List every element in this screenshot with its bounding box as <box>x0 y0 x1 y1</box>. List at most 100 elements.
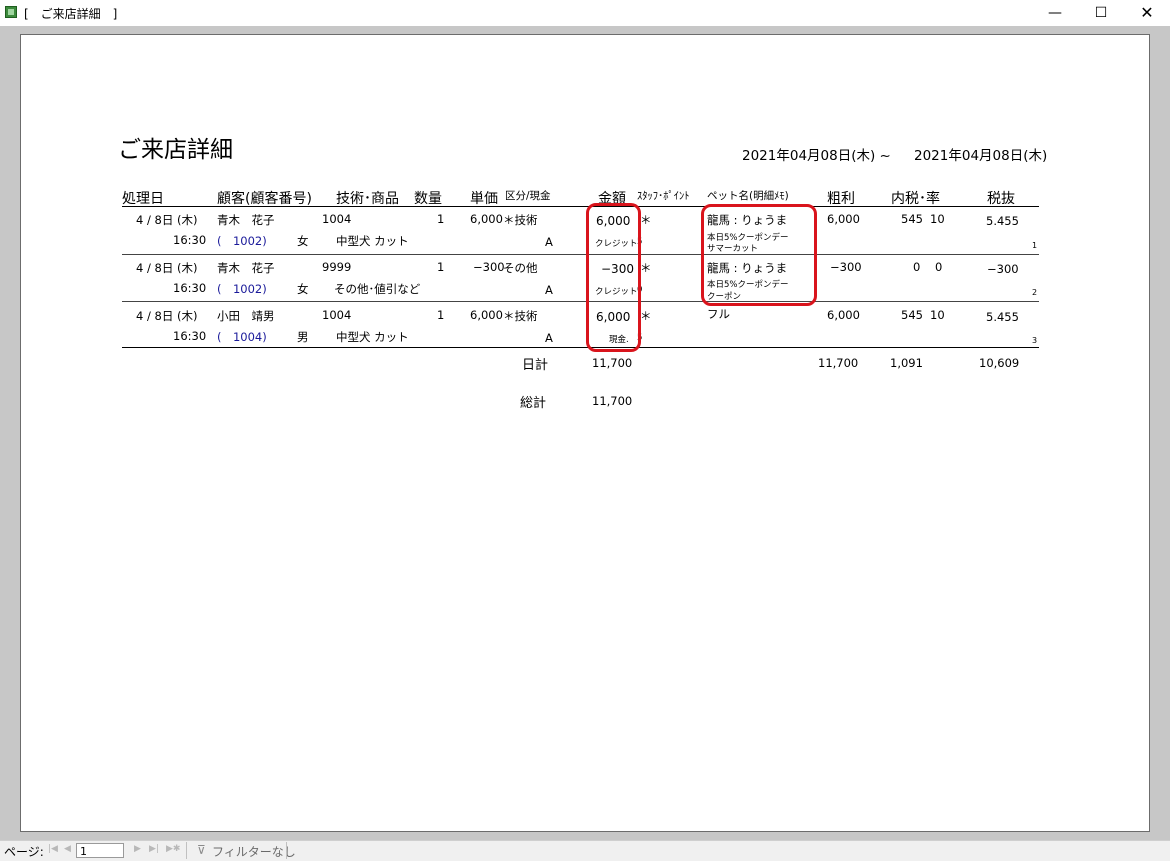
daily-total-label: 日計 <box>522 358 549 373</box>
page-number-input[interactable]: 1 <box>76 843 124 858</box>
maximize-button[interactable]: ☐ <box>1078 0 1124 26</box>
daily-total-tax: 1,091 <box>890 356 923 370</box>
header-profit: 粗利 <box>827 191 855 207</box>
item-code: 1004 <box>322 212 352 226</box>
category: その他 <box>503 261 538 275</box>
maximize-icon: ☐ <box>1094 5 1108 21</box>
row-time: 16:30 <box>173 233 207 247</box>
item-name: 中型犬 カット <box>336 234 409 248</box>
title-bar: [ ご来店詳細 ] — ☐ ✕ <box>0 0 1170 26</box>
quantity: 1 <box>437 308 445 322</box>
quantity: 1 <box>437 212 445 226</box>
filter-status-button[interactable]: フィルターなし <box>212 843 296 860</box>
daily-total-amount: 11,700 <box>592 356 633 370</box>
tax: 0 <box>913 260 921 274</box>
next-page-button[interactable]: ▶ <box>134 844 141 854</box>
staff-mark: ＊ <box>640 261 652 275</box>
row-date: 4 / 8日 (木) <box>136 309 198 323</box>
unit-price: 6,000 <box>470 212 503 226</box>
tax: 545 <box>901 212 923 226</box>
customer-number: ( 1002) <box>217 234 267 248</box>
profit: −300 <box>830 260 862 274</box>
row-number: 3 <box>1032 336 1038 345</box>
gender: 女 <box>297 234 309 248</box>
item-name: 中型犬 カット <box>336 330 409 344</box>
header-net: 税抜 <box>987 191 1015 207</box>
staff-mark: ＊ <box>640 309 652 323</box>
daily-total-profit: 11,700 <box>818 356 859 370</box>
minimize-icon: — <box>1048 5 1062 21</box>
close-button[interactable]: ✕ <box>1124 0 1170 26</box>
customer-name: 青木 花子 <box>217 213 275 227</box>
net-amount: 5.455 <box>986 310 1019 324</box>
tax-rate: 10 <box>930 308 945 322</box>
header-pet: ペット名(明細ﾒﾓ) <box>707 190 789 202</box>
table-bottom-line <box>122 347 1039 348</box>
new-record-button[interactable]: ▶✱ <box>166 844 180 854</box>
first-page-button[interactable]: |◀ <box>48 844 58 854</box>
tax-rate: 0 <box>935 260 943 274</box>
amount-highlight <box>586 203 641 352</box>
item-code: 9999 <box>322 260 352 274</box>
app-icon <box>5 6 17 18</box>
header-staff: ｽﾀｯﾌ･ﾎﾟｲﾝﾄ <box>637 190 690 202</box>
row-divider <box>122 254 1039 255</box>
staff-mark: ＊ <box>640 213 652 227</box>
divider <box>286 842 287 859</box>
tax-rate: 10 <box>930 212 945 226</box>
net-amount: −300 <box>987 262 1019 276</box>
window-title: [ ご来店詳細 ] <box>24 7 118 21</box>
class: A <box>545 235 553 249</box>
grand-total-amount: 11,700 <box>592 394 633 408</box>
gender: 女 <box>297 282 309 296</box>
record-navigation-bar: ページ: |◀ ◀ 1 ▶ ▶| ▶✱ ⊽ フィルターなし <box>0 840 1170 861</box>
customer-number: ( 1004) <box>217 330 267 344</box>
category: ＊技術 <box>503 213 538 227</box>
unit-price: 6,000 <box>470 308 503 322</box>
customer-name: 小田 靖男 <box>217 309 275 323</box>
category: ＊技術 <box>503 309 538 323</box>
date-from: 2021年04月08日(木) ~ <box>742 148 891 164</box>
gender: 男 <box>297 330 309 344</box>
tax: 545 <box>901 308 923 322</box>
report-title: ご来店詳細 <box>118 137 233 163</box>
row-date: 4 / 8日 (木) <box>136 213 198 227</box>
row-time: 16:30 <box>173 329 207 343</box>
header-category: 区分/現金 <box>505 190 551 202</box>
daily-total-net: 10,609 <box>979 356 1020 370</box>
profit: 6,000 <box>827 308 860 322</box>
row-date: 4 / 8日 (木) <box>136 261 198 275</box>
row-divider <box>122 301 1039 302</box>
header-item: 技術･商品 <box>336 191 399 207</box>
page-label: ページ: <box>4 845 44 859</box>
customer-number: ( 1002) <box>217 282 267 296</box>
profit: 6,000 <box>827 212 860 226</box>
class: A <box>545 283 553 297</box>
quantity: 1 <box>437 260 445 274</box>
header-price: 単価 <box>470 191 498 207</box>
previous-page-button[interactable]: ◀ <box>64 844 71 854</box>
date-to: 2021年04月08日(木) <box>914 148 1048 164</box>
header-divider <box>122 206 1039 207</box>
report-page: ご来店詳細 2021年04月08日(木) ~ 2021年04月08日(木) 処理… <box>20 34 1150 832</box>
net-amount: 5.455 <box>986 214 1019 228</box>
close-icon: ✕ <box>1140 3 1154 22</box>
pet-name: フル <box>707 307 730 321</box>
pet-memo-highlight <box>701 204 817 306</box>
grand-total-label: 総計 <box>520 396 547 411</box>
filter-icon: ⊽ <box>197 843 206 857</box>
row-time: 16:30 <box>173 281 207 295</box>
last-page-button[interactable]: ▶| <box>149 844 159 854</box>
row-number: 1 <box>1032 241 1038 250</box>
row-number: 2 <box>1032 288 1038 297</box>
divider <box>186 842 187 859</box>
header-customer: 顧客(顧客番号) <box>217 191 312 207</box>
header-tax: 内税･率 <box>891 191 940 207</box>
minimize-button[interactable]: — <box>1032 0 1078 26</box>
item-name: その他･値引など <box>334 282 421 296</box>
customer-name: 青木 花子 <box>217 261 275 275</box>
header-qty: 数量 <box>414 191 442 207</box>
item-code: 1004 <box>322 308 352 322</box>
header-date: 処理日 <box>122 191 164 207</box>
class: A <box>545 331 553 345</box>
